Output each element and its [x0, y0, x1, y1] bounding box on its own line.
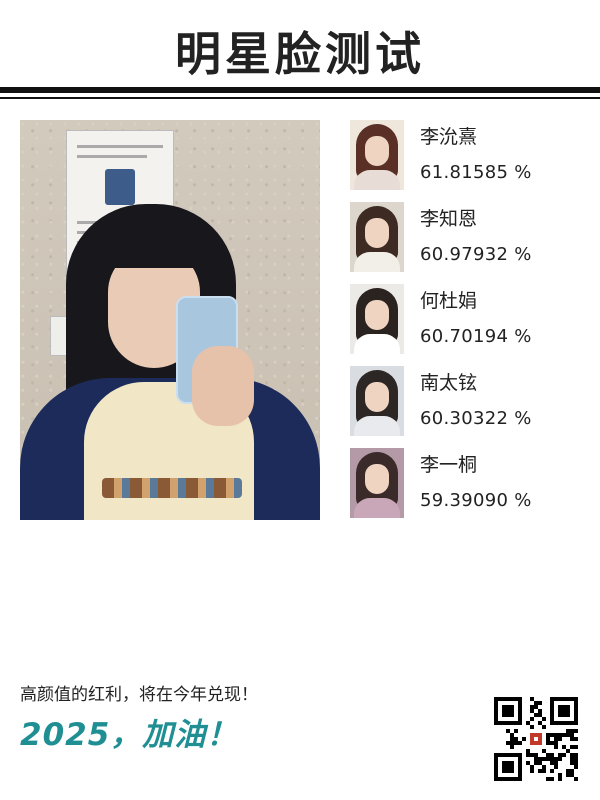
similarity-score: 61.81585 %: [420, 162, 532, 183]
shirt-print: [102, 478, 242, 498]
celebrity-thumbnail: [350, 120, 404, 190]
match-row[interactable]: 李知恩 60.97932 %: [350, 202, 590, 272]
match-row[interactable]: 何杜娟 60.70194 %: [350, 284, 590, 354]
match-row[interactable]: 南太铉 60.30322 %: [350, 366, 590, 436]
similarity-score: 60.97932 %: [420, 244, 532, 265]
match-row[interactable]: 李沇熹 61.81585 %: [350, 120, 590, 190]
celebrity-thumbnail: [350, 284, 404, 354]
user-photo: [20, 120, 320, 520]
slogan-text: 高颜值的红利，将在今年兑现！: [20, 685, 258, 705]
poster-photo: [105, 169, 135, 205]
celebrity-name: 李一桐: [420, 454, 478, 476]
similarity-score: 60.70194 %: [420, 326, 532, 347]
celebrity-thumbnail: [350, 448, 404, 518]
celebrity-thumbnail: [350, 366, 404, 436]
qr-code-graphic: [494, 697, 578, 781]
match-row[interactable]: 李一桐 59.39090 %: [350, 448, 590, 518]
title-divider-thin: [0, 97, 600, 99]
hand: [192, 346, 254, 426]
celebrity-thumbnail: [350, 202, 404, 272]
similarity-score: 59.39090 %: [420, 490, 532, 511]
page-title: 明星脸测试: [175, 27, 425, 81]
slogan-headline: 2025，加油！: [20, 717, 239, 753]
celebrity-name: 南太铉: [420, 372, 478, 394]
similarity-score: 60.30322 %: [420, 408, 532, 429]
qr-code[interactable]: [494, 697, 578, 781]
celebrity-name: 李沇熹: [420, 126, 478, 148]
celebrity-name: 李知恩: [420, 208, 478, 230]
title-divider-thick: [0, 87, 600, 93]
celebrity-name: 何杜娟: [420, 290, 478, 312]
